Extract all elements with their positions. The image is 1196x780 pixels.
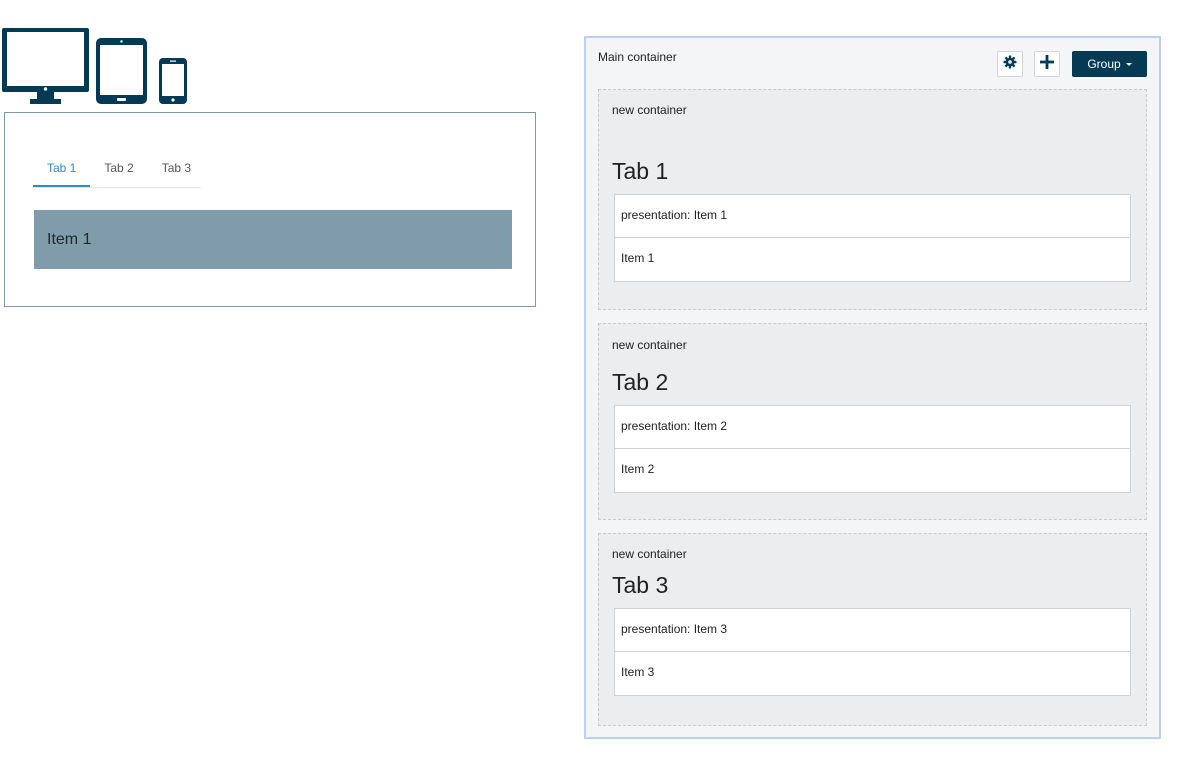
item-box[interactable]: presentation: Item 1 Item 1 <box>614 194 1131 282</box>
settings-button[interactable] <box>997 51 1023 77</box>
group-label: Group <box>1087 57 1121 71</box>
presentation-row[interactable]: presentation: Item 2 <box>615 406 1130 448</box>
container-2[interactable]: new container Tab 2 presentation: Item 2… <box>598 323 1147 520</box>
item-row[interactable]: Item 2 <box>615 448 1130 492</box>
item-box[interactable]: presentation: Item 3 Item 3 <box>614 608 1131 696</box>
container-tab-title: Tab 3 <box>612 572 669 598</box>
item-row[interactable]: Item 1 <box>615 237 1130 281</box>
group-dropdown-button[interactable]: Group <box>1072 51 1147 77</box>
tab-panel-content: Item 1 <box>34 210 512 269</box>
desktop-icon[interactable] <box>2 28 89 104</box>
container-3[interactable]: new container Tab 3 presentation: Item 3… <box>598 533 1147 726</box>
tab-2[interactable]: Tab 2 <box>90 159 147 187</box>
caret-down-icon <box>1125 63 1132 66</box>
container-label: new container <box>612 338 687 352</box>
preview-tab-bar: Tab 1 Tab 2 Tab 3 <box>33 159 201 188</box>
tablet-icon[interactable] <box>96 38 147 104</box>
presentation-row[interactable]: presentation: Item 1 <box>615 195 1130 237</box>
container-tab-title: Tab 1 <box>612 158 669 184</box>
presentation-row[interactable]: presentation: Item 3 <box>615 609 1130 651</box>
container-label: new container <box>612 103 687 117</box>
container-tab-title: Tab 2 <box>612 369 669 395</box>
container-label: new container <box>612 547 687 561</box>
main-container-editor[interactable]: Main container Group new container Tab 1… <box>584 36 1161 739</box>
gear-icon <box>1003 55 1017 74</box>
phone-icon[interactable] <box>159 58 187 104</box>
main-container-title: Main container <box>598 50 677 64</box>
preview-panel: Tab 1 Tab 2 Tab 3 Item 1 <box>4 112 536 307</box>
tab-3[interactable]: Tab 3 <box>148 159 205 187</box>
item-box[interactable]: presentation: Item 2 Item 2 <box>614 405 1131 493</box>
add-button[interactable] <box>1034 51 1060 77</box>
plus-icon <box>1040 54 1054 74</box>
tab-1[interactable]: Tab 1 <box>33 159 91 187</box>
item-row[interactable]: Item 3 <box>615 651 1130 695</box>
container-1[interactable]: new container Tab 1 presentation: Item 1… <box>598 89 1147 310</box>
